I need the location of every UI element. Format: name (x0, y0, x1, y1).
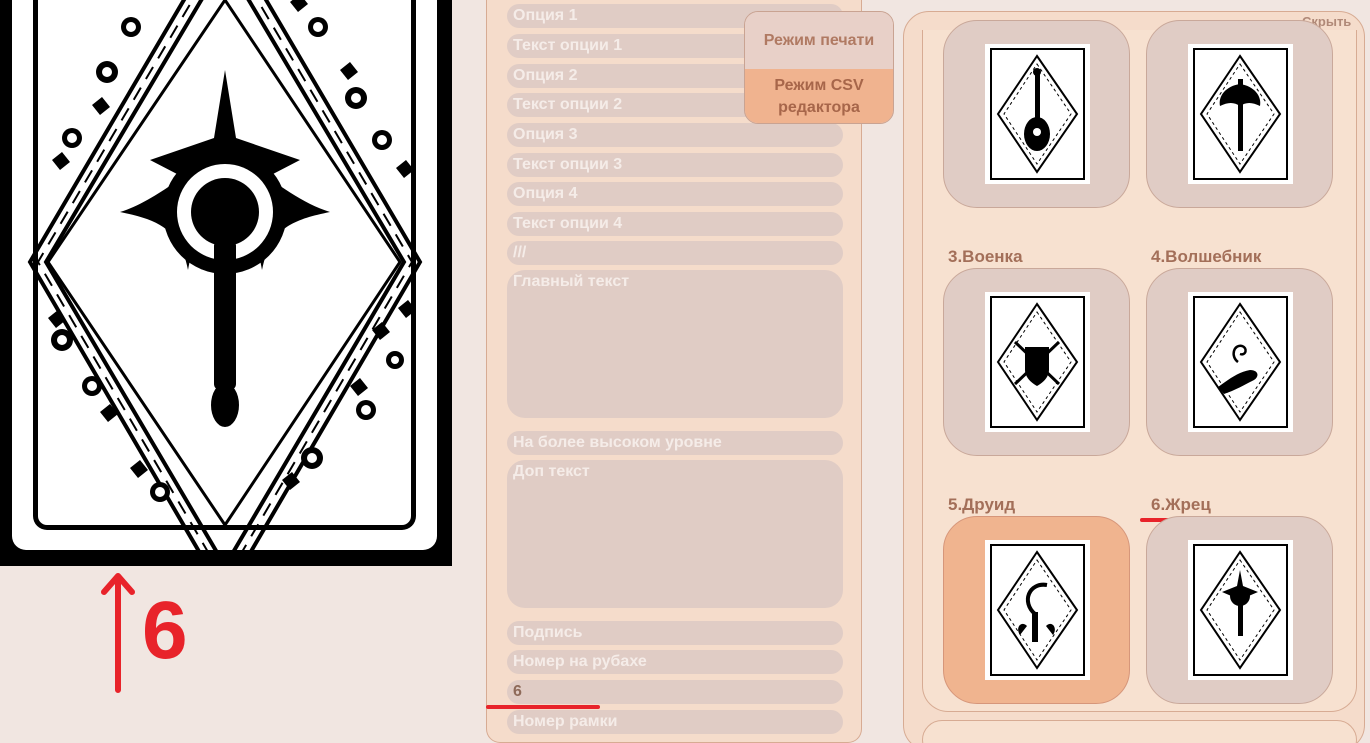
tile-druid[interactable] (943, 516, 1130, 704)
lute-icon (990, 48, 1085, 180)
tile-wizard[interactable] (1146, 268, 1333, 456)
tile-label-druid: 5.Друид (948, 495, 1016, 514)
card-back-art (27, 0, 423, 566)
tile-cleric[interactable] (1146, 516, 1333, 704)
cleric-card-thumbnail (1188, 540, 1293, 680)
mode-switch: Режим печати Режим CSV редактора (744, 11, 894, 124)
sickle-icon (990, 544, 1085, 676)
sun-mace-icon (1193, 544, 1288, 676)
option-4-text-field[interactable]: Текст опции 4 (507, 212, 843, 236)
axe-icon (1193, 48, 1288, 180)
higher-level-field[interactable]: На более высоком уровне (507, 431, 843, 455)
annotation-arrow-icon (101, 573, 135, 693)
tile-barbarian[interactable] (1146, 20, 1333, 208)
barbarian-card-thumbnail (1188, 44, 1293, 184)
annotation-underline (486, 705, 600, 709)
option-3-text-field[interactable]: Текст опции 3 (507, 153, 843, 177)
magic-hand-icon (1193, 296, 1288, 428)
option-4-field[interactable]: Опция 4 (507, 182, 843, 206)
shield-swords-icon (990, 296, 1085, 428)
back-number-field[interactable]: Номер на рубахе (507, 650, 843, 674)
tile-fighter[interactable] (943, 268, 1130, 456)
signature-field[interactable]: Подпись (507, 621, 843, 645)
back-number-value-field[interactable]: 6 (507, 680, 843, 704)
separator-field[interactable]: /// (507, 241, 843, 265)
fighter-card-thumbnail (985, 292, 1090, 432)
tile-label-cleric: 6.Жрец (1151, 495, 1211, 514)
frame-number-field[interactable]: Номер рамки (507, 710, 843, 734)
option-3-field[interactable]: Опция 3 (507, 123, 843, 147)
main-text-area[interactable]: Главный текст (507, 270, 843, 418)
csv-editor-mode-button[interactable]: Режим CSV редактора (745, 69, 893, 123)
print-mode-button[interactable]: Режим печати (745, 12, 893, 69)
extra-text-area[interactable]: Доп текст (507, 460, 843, 608)
annotation-number: 6 (142, 585, 188, 676)
bard-card-thumbnail (985, 44, 1090, 184)
tile-label-wizard: 4.Волшебник (1151, 247, 1262, 266)
wizard-card-thumbnail (1188, 292, 1293, 432)
tile-bard[interactable] (943, 20, 1130, 208)
gallery-footer (922, 720, 1357, 743)
tile-label-fighter: 3.Военка (948, 247, 1023, 266)
druid-card-thumbnail (985, 540, 1090, 680)
card-back-preview (0, 0, 452, 566)
